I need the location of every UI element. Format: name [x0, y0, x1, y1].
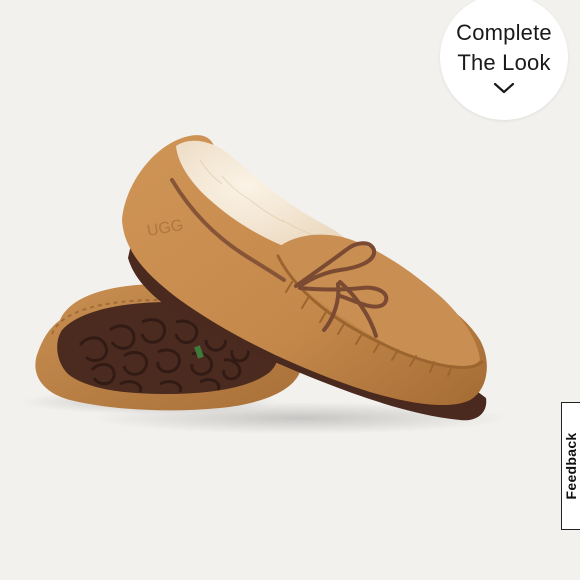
feedback-label: Feedback — [563, 432, 579, 500]
feedback-tab[interactable]: Feedback — [561, 402, 580, 530]
complete-look-line1: Complete — [456, 20, 552, 45]
complete-look-line2: The Look — [457, 50, 551, 75]
product-viewer: UGG Complete The Look Feedback — [0, 0, 580, 580]
chevron-down-icon — [493, 82, 515, 94]
